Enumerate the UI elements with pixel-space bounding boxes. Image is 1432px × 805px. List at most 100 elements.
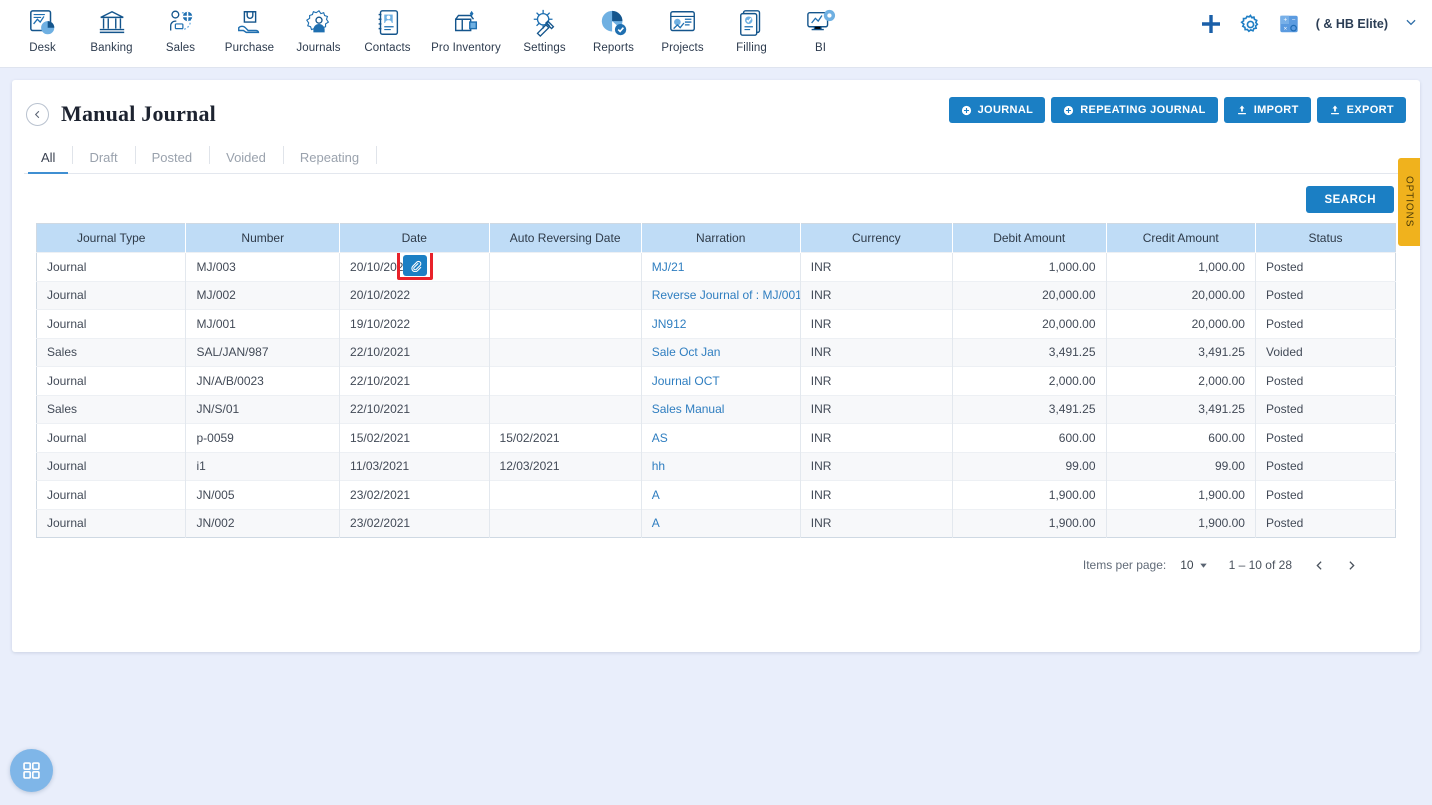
cell-date: 22/10/2021 — [339, 337, 490, 367]
narration-link[interactable]: Reverse Journal of : MJ/001 — [652, 288, 800, 302]
date-text: 22/10/2021 — [350, 402, 411, 417]
table-row[interactable]: Journal JN/A/B/0023 22/10/2021 Journal OCT I… — [36, 366, 1396, 395]
cell-number: i1 — [185, 451, 341, 481]
gear-icon[interactable] — [1239, 13, 1262, 36]
narration-link[interactable]: Journal OCT — [652, 374, 720, 388]
inventory-icon — [451, 6, 481, 40]
cell-status: Posted — [1255, 508, 1396, 538]
column-header-auto-reversing-date[interactable]: Auto Reversing Date — [489, 223, 642, 253]
nav-item-bi[interactable]: BI — [786, 0, 855, 54]
journal-button[interactable]: JOURNAL — [948, 97, 1046, 123]
tab-posted[interactable]: Posted — [134, 138, 209, 173]
options-side-tab[interactable]: OPTIONS — [1398, 158, 1420, 246]
tab-all[interactable]: All — [24, 138, 72, 174]
nav-item-label: Purchase — [224, 42, 275, 54]
nav-item-sales[interactable]: Sales — [146, 0, 215, 54]
export-button[interactable]: EXPORT — [1316, 97, 1406, 123]
import-button[interactable]: IMPORT — [1223, 97, 1311, 123]
attachment-icon-button[interactable] — [403, 255, 428, 276]
nav-item-contacts[interactable]: Contacts — [353, 0, 422, 54]
plus-icon[interactable] — [1199, 12, 1223, 36]
narration-link[interactable]: Sales Manual — [652, 402, 725, 416]
nav-item-desk[interactable]: Desk — [8, 0, 77, 54]
narration-link[interactable]: A — [652, 516, 660, 530]
date-text: 19/10/2022 — [350, 316, 411, 331]
table-row[interactable]: Journal JN/005 23/02/2021 A INR 1,900.00 1,900… — [36, 480, 1396, 509]
nav-item-label: Settings — [523, 42, 566, 54]
back-button[interactable] — [26, 102, 49, 126]
nav-item-projects[interactable]: Projects — [648, 0, 717, 54]
plus-circle-icon — [961, 105, 972, 116]
column-header-credit-amount[interactable]: Credit Amount — [1106, 223, 1256, 253]
apps-launcher-button[interactable] — [10, 749, 53, 792]
nav-item-banking[interactable]: Banking — [77, 0, 146, 54]
user-account-name[interactable]: ( & HB Elite) — [1316, 17, 1388, 31]
narration-link[interactable]: hh — [652, 459, 665, 473]
cell-auto-reversing-date — [489, 508, 642, 538]
nav-item-reports[interactable]: Reports — [579, 0, 648, 54]
button-label: REPEATING JOURNAL — [1080, 104, 1206, 116]
table-row[interactable]: Journal MJ/003 20/10/2022 MJ/21 INR 1,000.00 1… — [36, 252, 1396, 281]
items-per-page-label: Items per page: — [1082, 558, 1167, 572]
column-header-number[interactable]: Number — [185, 223, 341, 253]
tab-label: Voided — [226, 150, 266, 165]
journals-icon — [304, 6, 334, 40]
narration-link[interactable]: Sale Oct Jan — [652, 345, 721, 359]
cell-currency: INR — [800, 423, 953, 452]
nav-item-purchase[interactable]: Purchase — [215, 0, 284, 54]
cell-currency: INR — [800, 280, 953, 310]
column-header-status[interactable]: Status — [1255, 223, 1396, 253]
narration-link[interactable]: MJ/21 — [652, 260, 685, 274]
cell-date: 15/02/2021 — [339, 423, 490, 452]
bank-icon — [97, 6, 127, 40]
date-text: 20/10/2022 — [350, 288, 411, 303]
chevron-down-icon[interactable] — [1404, 15, 1418, 34]
options-tab-label: OPTIONS — [1403, 176, 1415, 228]
narration-link[interactable]: JN912 — [652, 317, 687, 331]
column-header-debit-amount[interactable]: Debit Amount — [952, 223, 1107, 253]
cell-currency: INR — [800, 480, 953, 509]
table-row[interactable]: Sales SAL/JAN/987 22/10/2021 Sale Oct Jan IN… — [36, 337, 1396, 367]
items-per-page-select[interactable]: 10 — [1174, 558, 1208, 572]
cell-narration: Journal OCT — [641, 366, 801, 395]
calculator-icon[interactable]: + − × — [1278, 13, 1300, 35]
table-row[interactable]: Journal i1 11/03/2021 12/03/2021 hh INR 99.00 9… — [36, 451, 1396, 481]
narration-link[interactable]: AS — [652, 431, 668, 445]
cell-currency: INR — [800, 451, 953, 481]
cell-number: MJ/001 — [185, 309, 341, 338]
cell-journal-type: Journal — [36, 480, 187, 509]
nav-item-settings[interactable]: Settings — [510, 0, 579, 54]
table-row[interactable]: Sales JN/S/01 22/10/2021 Sales Manual INR 3,4… — [36, 394, 1396, 424]
narration-link[interactable]: A — [652, 488, 660, 502]
cell-status: Posted — [1255, 480, 1396, 509]
button-label: EXPORT — [1346, 104, 1394, 116]
previous-page-button[interactable] — [1308, 554, 1330, 576]
chevron-left-icon — [1315, 560, 1322, 570]
cell-narration: AS — [641, 423, 801, 452]
next-page-button[interactable] — [1340, 554, 1362, 576]
column-header-narration[interactable]: Narration — [641, 223, 801, 253]
projects-icon — [668, 6, 698, 40]
nav-item-journals[interactable]: Journals — [284, 0, 353, 54]
tab-voided[interactable]: Voided — [209, 138, 283, 173]
grid-apps-icon — [23, 762, 40, 779]
cell-narration: Sale Oct Jan — [641, 337, 801, 367]
column-header-currency[interactable]: Currency — [800, 223, 953, 253]
table-row[interactable]: Journal MJ/002 20/10/2022 Reverse Journal o… — [36, 280, 1396, 310]
table-row[interactable]: Journal JN/002 23/02/2021 A INR 1,900.00 1,900… — [36, 508, 1396, 538]
cell-narration: MJ/21 — [641, 252, 801, 281]
table-row[interactable]: Journal p-0059 15/02/2021 15/02/2021 AS INR 60… — [36, 423, 1396, 452]
cell-status: Posted — [1255, 423, 1396, 452]
nav-item-filling[interactable]: Filling — [717, 0, 786, 54]
column-header-date[interactable]: Date — [339, 223, 490, 253]
date-text: 22/10/2021 — [350, 373, 411, 388]
page-title: Manual Journal — [61, 101, 216, 126]
tab-repeating[interactable]: Repeating — [282, 138, 376, 173]
nav-item-pro-inventory[interactable]: Pro Inventory — [422, 0, 510, 54]
repeating-journal-button[interactable]: REPEATING JOURNAL — [1051, 97, 1218, 123]
upload-icon — [1329, 104, 1341, 116]
column-header-journal-type[interactable]: Journal Type — [36, 223, 187, 253]
search-button[interactable]: SEARCH — [1306, 186, 1394, 213]
tab-draft[interactable]: Draft — [72, 138, 134, 173]
table-row[interactable]: Journal MJ/001 19/10/2022 JN912 INR 20,000.00… — [36, 309, 1396, 338]
